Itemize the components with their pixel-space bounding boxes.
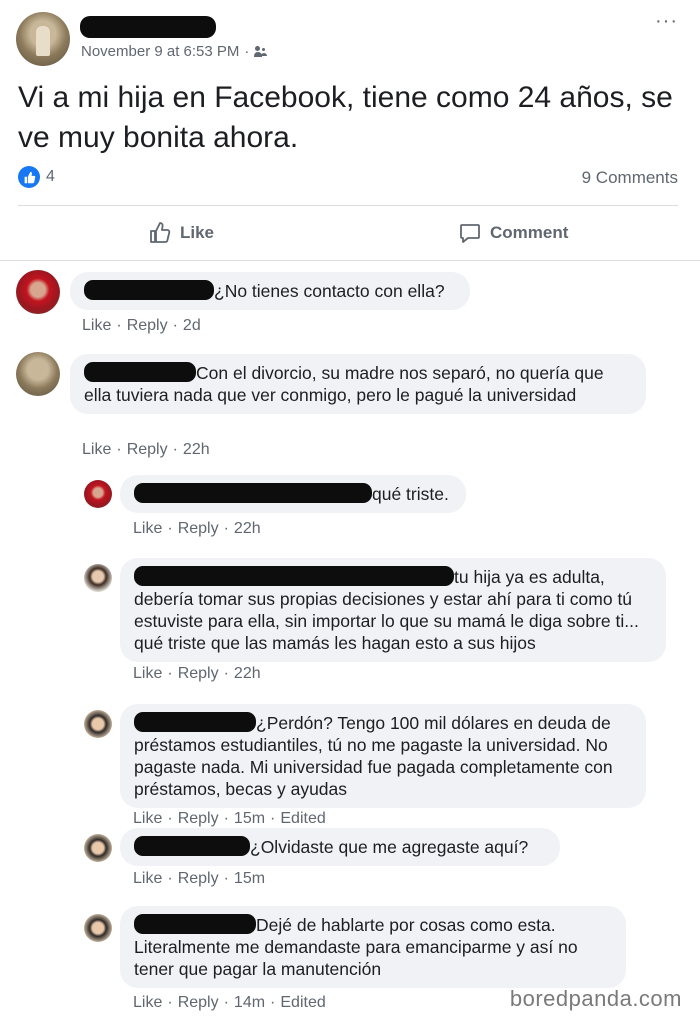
commenter-avatar[interactable] xyxy=(16,352,60,396)
comment-like-link[interactable]: Like xyxy=(133,994,162,1012)
meta-separator: · xyxy=(244,43,250,60)
meta-separator: · xyxy=(172,441,178,458)
divider xyxy=(18,205,678,206)
redacted-name xyxy=(134,712,256,732)
comment-meta: Like · Reply · 15m xyxy=(133,870,265,888)
comment-meta: Like · Reply · 2d xyxy=(82,317,201,335)
reply-bubble: tu hija ya es adulta, debería tomar sus … xyxy=(120,558,666,662)
comment-reply-link[interactable]: Reply xyxy=(127,317,168,335)
comment-button-label: Comment xyxy=(490,223,569,242)
meta-separator: · xyxy=(167,870,173,887)
meta-separator: · xyxy=(223,870,229,887)
comment-count[interactable]: 9 Comments xyxy=(582,168,678,188)
comment-meta: Like · Reply · 15m · Edited xyxy=(133,810,326,828)
comment-like-link[interactable]: Like xyxy=(82,317,111,335)
meta-separator: · xyxy=(223,520,229,537)
reply-bubble: qué triste. xyxy=(120,475,466,513)
meta-separator: · xyxy=(167,665,173,682)
reply-bubble: ¿Perdón? Tengo 100 mil dólares en deuda … xyxy=(120,704,646,808)
meta-separator: · xyxy=(116,317,122,334)
friends-icon[interactable] xyxy=(254,45,268,58)
comment-like-link[interactable]: Like xyxy=(133,810,162,828)
meta-separator: · xyxy=(223,665,229,682)
comment-meta: Like · Reply · 14m · Edited xyxy=(133,994,326,1012)
comment-time[interactable]: 2d xyxy=(183,317,201,335)
replier-avatar[interactable] xyxy=(84,834,112,862)
edited-label: Edited xyxy=(280,810,326,827)
comment-like-link[interactable]: Like xyxy=(133,520,162,538)
comment-bubble-icon xyxy=(460,224,480,243)
post-meta: November 9 at 6:53 PM · xyxy=(81,43,268,60)
redacted-name xyxy=(134,914,256,934)
commenter-avatar[interactable] xyxy=(16,270,60,314)
reply-bubble: Dejé de hablarte por cosas como esta. Li… xyxy=(120,906,626,988)
meta-separator: · xyxy=(270,994,276,1011)
comment-meta: Like · Reply · 22h xyxy=(133,665,261,683)
replier-avatar[interactable] xyxy=(84,710,112,738)
comment-text: ¿Olvidaste que me agregaste aquí? xyxy=(250,837,529,857)
post-card: November 9 at 6:53 PM · ··· Vi a mi hija… xyxy=(0,0,700,262)
like-button[interactable]: Like xyxy=(148,218,214,248)
comment-like-link[interactable]: Like xyxy=(133,870,162,888)
meta-separator: · xyxy=(116,441,122,458)
comment-like-link[interactable]: Like xyxy=(82,441,111,459)
thumbs-up-icon xyxy=(150,222,171,243)
edited-label: Edited xyxy=(280,994,326,1011)
post-timestamp[interactable]: November 9 at 6:53 PM xyxy=(81,43,239,60)
comment-reply-link[interactable]: Reply xyxy=(127,441,168,459)
reply-bubble: ¿Olvidaste que me agregaste aquí? xyxy=(120,828,560,866)
replier-avatar[interactable] xyxy=(84,564,112,592)
redacted-name xyxy=(84,362,196,382)
comment-time[interactable]: 22h xyxy=(234,665,261,683)
post-text: Vi a mi hija en Facebook, tiene como 24 … xyxy=(18,81,673,154)
comment-meta: Like · Reply · 22h xyxy=(82,441,210,459)
redacted-author-name xyxy=(80,16,216,38)
like-count[interactable]: 4 xyxy=(46,168,55,186)
meta-separator: · xyxy=(172,317,178,334)
redacted-name xyxy=(84,280,214,300)
divider xyxy=(0,260,700,261)
meta-separator: · xyxy=(223,810,229,827)
replier-avatar[interactable] xyxy=(84,914,112,942)
meta-separator: · xyxy=(223,994,229,1011)
comment-reply-link[interactable]: Reply xyxy=(178,520,219,538)
redacted-name xyxy=(134,566,454,586)
comment-reply-link[interactable]: Reply xyxy=(178,810,219,828)
watermark: boredpanda.com xyxy=(509,986,682,1011)
comment-time[interactable]: 14m xyxy=(234,994,265,1012)
comment-reply-link[interactable]: Reply xyxy=(178,994,219,1012)
comment-button[interactable]: Comment xyxy=(458,218,568,248)
comment-time[interactable]: 15m xyxy=(234,810,265,828)
comment-reply-link[interactable]: Reply xyxy=(178,665,219,683)
comment-time[interactable]: 22h xyxy=(183,441,210,459)
more-options-icon[interactable]: ··· xyxy=(655,10,678,33)
redacted-name xyxy=(134,483,372,503)
meta-separator: · xyxy=(167,810,173,827)
comment-text: ¿No tienes contacto con ella? xyxy=(214,281,445,301)
comment-meta: Like · Reply · 22h xyxy=(133,520,261,538)
comment-like-link[interactable]: Like xyxy=(133,665,162,683)
comment-time[interactable]: 22h xyxy=(234,520,261,538)
comment-text: qué triste. xyxy=(372,484,449,504)
meta-separator: · xyxy=(167,520,173,537)
comment-bubble: Con el divorcio, su madre nos separó, no… xyxy=(70,354,646,414)
like-reaction-icon[interactable] xyxy=(18,166,40,188)
meta-separator: · xyxy=(270,810,276,827)
meta-separator: · xyxy=(167,994,173,1011)
author-avatar[interactable] xyxy=(16,12,70,66)
comment-time[interactable]: 15m xyxy=(234,870,265,888)
comment-bubble: ¿No tienes contacto con ella? xyxy=(70,272,470,310)
comment-reply-link[interactable]: Reply xyxy=(178,870,219,888)
redacted-name xyxy=(134,836,250,856)
like-button-label: Like xyxy=(180,223,215,242)
replier-avatar[interactable] xyxy=(84,480,112,508)
